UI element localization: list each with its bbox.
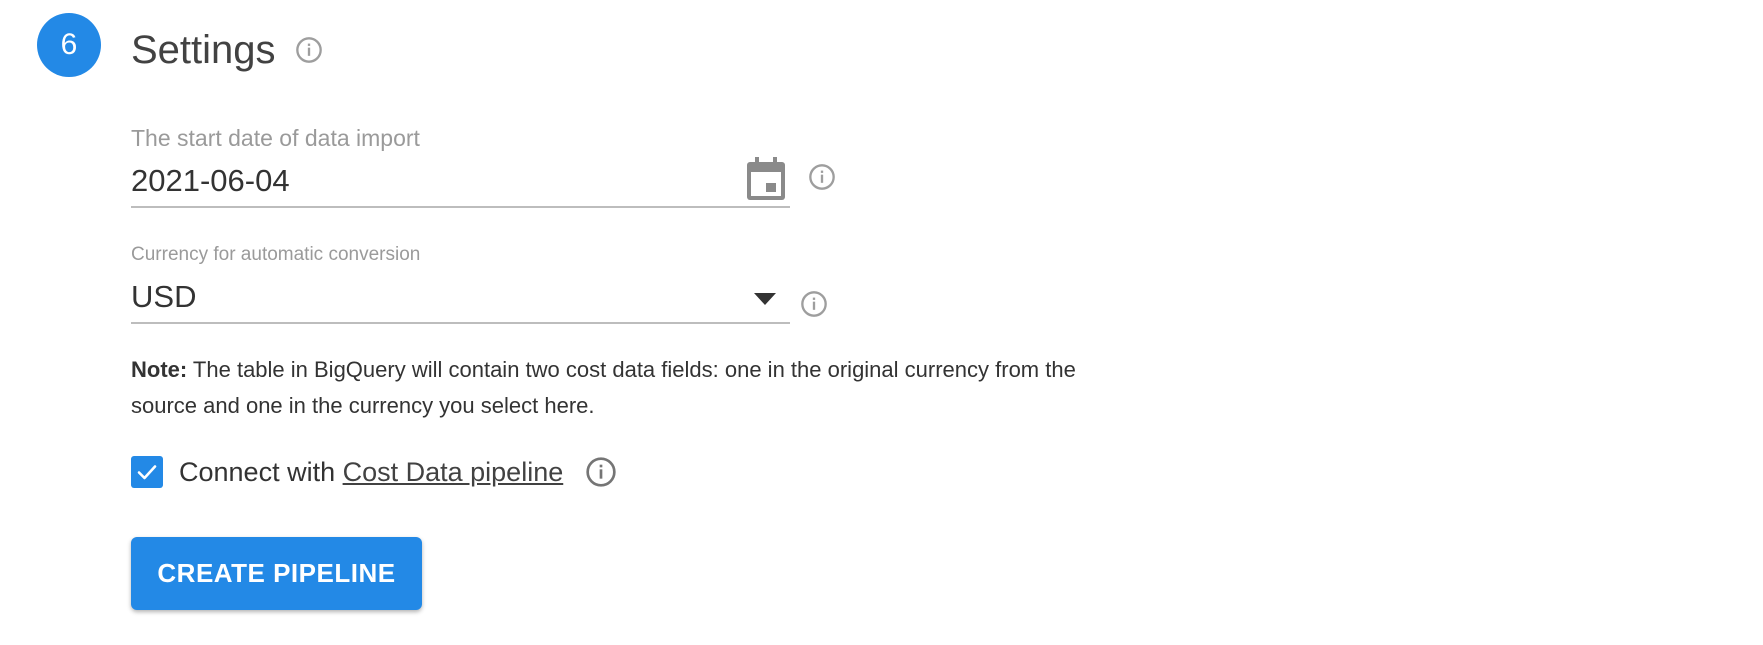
step-number: 6 xyxy=(60,28,78,61)
info-icon[interactable] xyxy=(295,36,323,64)
start-date-label: The start date of data import xyxy=(131,125,420,151)
info-icon[interactable] xyxy=(800,290,828,318)
section-title: Settings xyxy=(131,28,276,72)
start-date-underline xyxy=(131,206,790,208)
connect-prefix: Connect with xyxy=(179,457,343,487)
step-number-badge: 6 xyxy=(37,13,101,77)
currency-select[interactable]: USD xyxy=(131,277,196,317)
note-body: The table in BigQuery will contain two c… xyxy=(131,357,1076,418)
calendar-icon[interactable] xyxy=(746,157,786,201)
cost-data-pipeline-link[interactable]: Cost Data pipeline xyxy=(343,457,564,487)
create-pipeline-button[interactable]: CREATE PIPELINE xyxy=(131,537,422,610)
start-date-input[interactable]: 2021-06-04 xyxy=(131,161,290,201)
note-prefix: Note: xyxy=(131,357,188,382)
info-icon[interactable] xyxy=(585,456,617,488)
currency-label: Currency for automatic conversion xyxy=(131,244,421,265)
dropdown-arrow-icon[interactable] xyxy=(754,292,776,305)
note-text: Note: The table in BigQuery will contain… xyxy=(131,352,1091,424)
check-icon xyxy=(137,465,157,480)
connect-checkbox[interactable] xyxy=(131,456,163,488)
currency-underline xyxy=(131,322,790,324)
info-icon[interactable] xyxy=(808,163,836,191)
connect-label: Connect with Cost Data pipeline xyxy=(179,455,563,489)
